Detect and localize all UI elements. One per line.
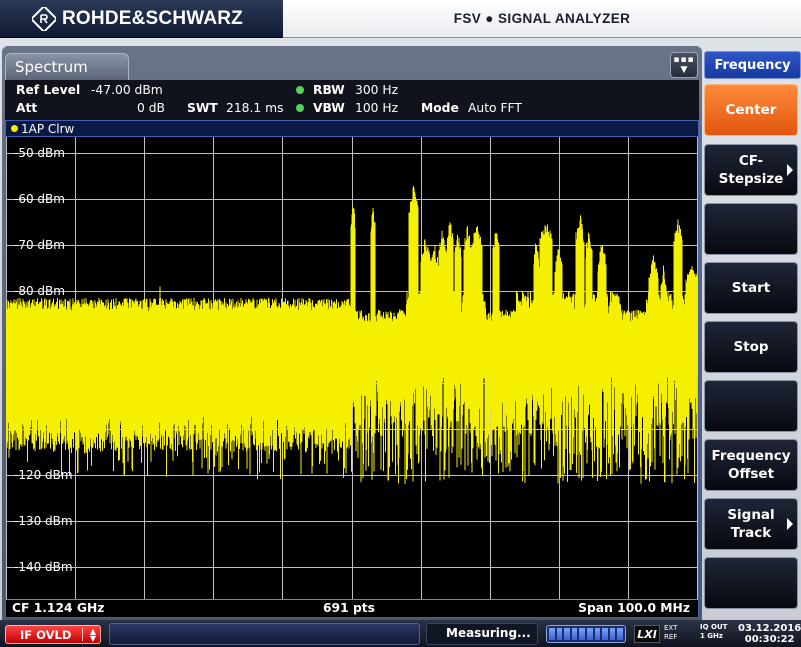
softkey-start[interactable]: Start [704, 262, 798, 314]
y-axis-tick-label: -60 dBm [14, 192, 65, 206]
mode-value[interactable]: Auto FFT [468, 101, 522, 115]
progress-segment [586, 628, 593, 640]
softkey-label: Signal Track [727, 507, 775, 541]
softkey-label: Center [725, 102, 777, 118]
rbw-value[interactable]: 300 Hz [355, 83, 398, 97]
softkey-blank-8[interactable] [704, 557, 798, 609]
swt-label: SWT [187, 101, 218, 115]
measurement-settings-panel: Ref Level -47.00 dBm Att 0 dB SWT 218.1 … [5, 80, 699, 120]
spectrum-diagram: -50 dBm -60 dBm -70 dBm -80 dBm -120 dBm -130… [6, 137, 698, 599]
span-readout[interactable]: Span 100.0 MHz [578, 601, 690, 615]
brand-bar: ROHDE&SCHWARZ [0, 0, 283, 38]
softkey-cf-stepsize[interactable]: CF- Stepsize [704, 144, 798, 196]
y-axis-tick-label: -70 dBm [14, 238, 65, 252]
softkey-label: Frequency Offset [711, 448, 791, 482]
lxi-label: LXI [637, 627, 657, 641]
vbw-led-icon [296, 101, 304, 115]
date-readout: 03.12.2016 [738, 623, 801, 634]
instrument-title: FSV ● SIGNAL ANALYZER [453, 11, 631, 26]
softkey-label: Stop [733, 339, 769, 355]
softkey-label: CF- Stepsize [718, 153, 784, 187]
progress-segment [549, 628, 555, 640]
iq-out-label: IQ OUT 1 GHz [700, 623, 728, 640]
y-axis-tick-label: -80 dBm [14, 284, 65, 298]
progress-segment [564, 628, 570, 640]
submenu-arrow-icon [787, 164, 793, 176]
lxi-logo-icon: LXI [634, 625, 660, 643]
softkey-signal-track[interactable]: Signal Track [704, 498, 798, 550]
progress-segment [594, 628, 601, 640]
rohde-schwarz-logo-icon [32, 6, 56, 31]
sweep-progress-bar [546, 625, 626, 643]
brand-name: ROHDE&SCHWARZ [62, 7, 243, 29]
y-axis-tick-label: -50 dBm [14, 146, 65, 160]
progress-segment [609, 628, 616, 640]
if-overload-indicator[interactable]: IF OVLD ▲ ▼ [5, 625, 101, 644]
progress-segment [579, 628, 585, 640]
progress-segment [602, 628, 608, 640]
y-axis-tick-label: -140 dBm [14, 560, 73, 574]
softkey-stop[interactable]: Stop [704, 321, 798, 373]
att-value[interactable]: 0 dB [137, 101, 165, 115]
ext-ref-indicator: EXT REF [664, 624, 677, 642]
spectrum-plot[interactable]: -50 dBm -60 dBm -70 dBm -80 dBm -120 dBm -130… [5, 137, 699, 599]
plot-footer: CF 1.124 GHz 691 pts Span 100.0 MHz [5, 599, 699, 618]
y-axis-tick-label: -130 dBm [14, 514, 73, 528]
mode-label: Mode [421, 101, 459, 115]
updown-arrows-icon: ▲ ▼ [89, 627, 96, 643]
center-frequency-readout[interactable]: CF 1.124 GHz [12, 601, 104, 615]
y-axis-tick-label: -120 dBm [14, 468, 73, 482]
vbw-value[interactable]: 100 Hz [355, 101, 398, 115]
menu-dots-icon: ▪▪▪ [673, 54, 695, 65]
analyzer-screen: ROHDE&SCHWARZ FSV ● SIGNAL ANALYZER Spec… [0, 0, 801, 647]
rbw-label: RBW [313, 83, 345, 97]
tab-spectrum[interactable]: Spectrum [5, 53, 129, 80]
softkey-frequency-offset[interactable]: Frequency Offset [704, 439, 798, 491]
trace-color-dot-icon [11, 125, 18, 132]
chevron-down-icon: ▼ [680, 64, 688, 75]
trace-info-bar: 1AP Clrw [5, 120, 699, 137]
ref-level-label: Ref Level [16, 83, 81, 97]
submenu-arrow-icon [787, 518, 793, 530]
softkey-label: Start [731, 280, 771, 296]
att-label: Att [16, 101, 38, 115]
iq-out-indicator: IQ OUT 1 GHz [700, 623, 727, 641]
sweep-points-readout[interactable]: 691 pts [323, 601, 375, 615]
status-message-field [109, 623, 420, 645]
progress-segment [556, 628, 563, 640]
rbw-led-icon [296, 83, 304, 97]
indicator-divider [82, 628, 83, 641]
progress-segment [571, 628, 578, 640]
tab-spectrum-label: Spectrum [15, 58, 88, 76]
title-bar: FSV ● SIGNAL ANALYZER [283, 0, 801, 38]
softkey-blank-2[interactable] [704, 203, 798, 255]
date-time-display: 03.12.2016 00:30:22 [738, 623, 801, 645]
ref-level-value[interactable]: -47.00 dBm [91, 83, 163, 97]
progress-segment [617, 628, 623, 640]
swt-value[interactable]: 218.1 ms [226, 101, 284, 115]
time-readout: 00:30:22 [744, 634, 795, 645]
ext-ref-label: EXT REF [664, 624, 678, 641]
spectrum-trace [6, 185, 698, 484]
if-overload-label: IF OVLD [20, 627, 72, 642]
softkey-blank-5[interactable] [704, 380, 798, 432]
window-menu-button[interactable]: ▪▪▪ ▼ [670, 52, 698, 78]
vbw-label: VBW [313, 101, 345, 115]
softkey-center[interactable]: Center [704, 84, 798, 136]
trace-label[interactable]: 1AP Clrw [21, 122, 74, 136]
measuring-status: Measuring... [446, 626, 531, 640]
softkey-menu-title: Frequency [704, 51, 801, 79]
